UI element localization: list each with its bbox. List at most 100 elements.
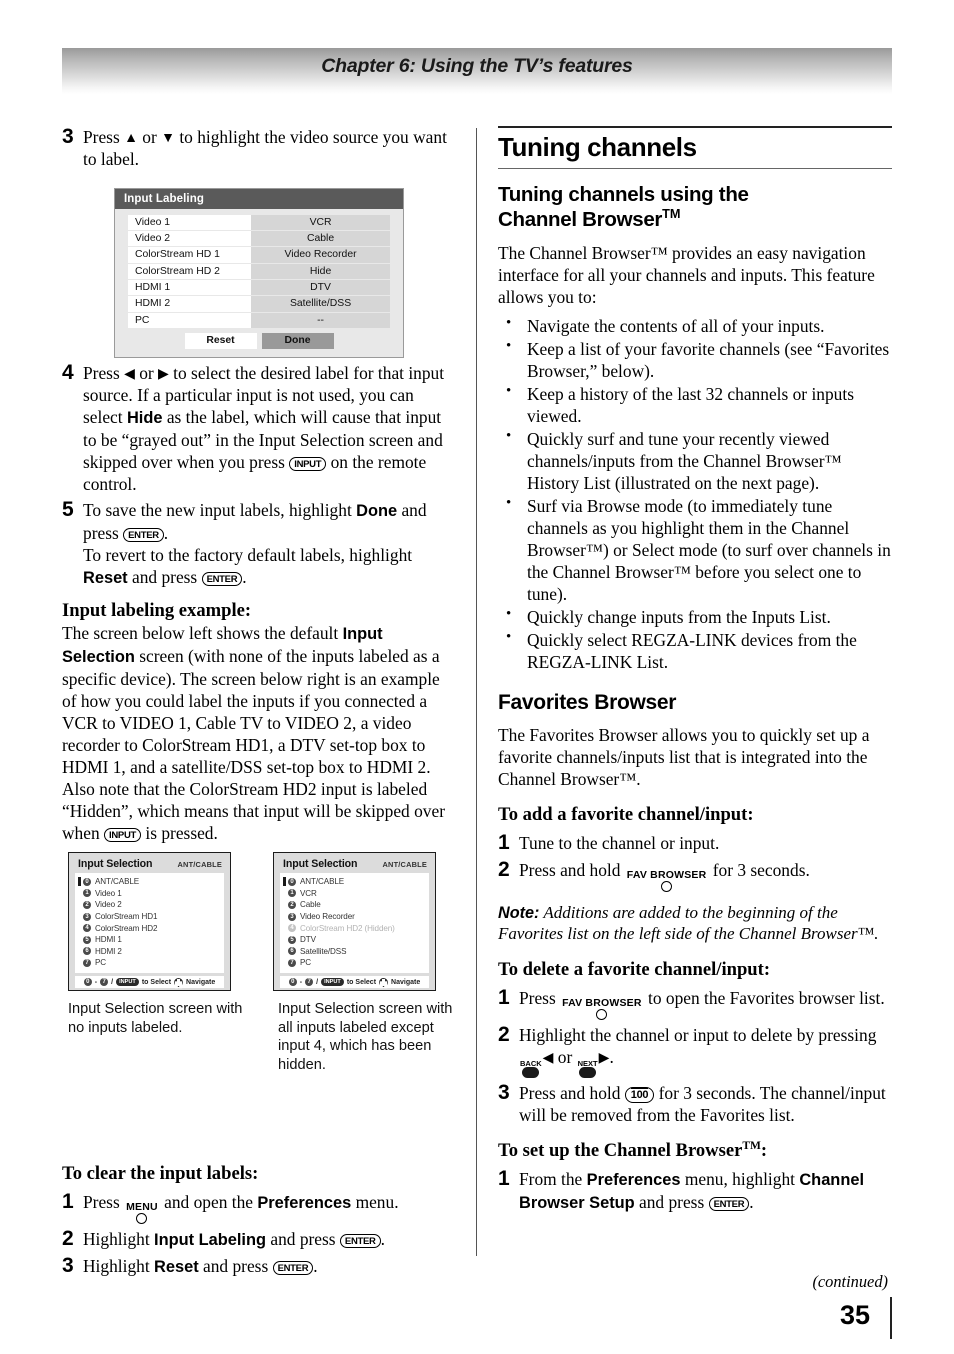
osd-selection-item[interactable]: 5 DTV <box>280 934 429 946</box>
osd-selection-item[interactable]: 6 HDMI 2 <box>75 946 224 958</box>
osd-selection-item[interactable]: 4 ColorStream HD2 <box>75 922 224 934</box>
hundred-key-icon: 100 <box>624 1086 655 1103</box>
step-text: To save the new input labels, highlight … <box>83 499 456 589</box>
osd-selection-item[interactable]: 1 VCR <box>280 888 429 900</box>
osd-item-number: 5 <box>288 935 296 944</box>
osd-item-number: 7 <box>83 958 91 967</box>
osd-input-label[interactable]: -- <box>251 312 390 329</box>
osd-input-label[interactable]: Cable <box>251 230 390 247</box>
osd-item-number: 1 <box>288 889 296 898</box>
menu-key-circle <box>136 1213 148 1225</box>
chapter-title: Chapter 6: Using the TV’s features <box>321 55 633 77</box>
step5-text-4: To revert to the factory default labels,… <box>83 544 413 565</box>
step3-text-b: or <box>137 127 162 147</box>
osd-input-row[interactable]: HDMI 1 DTV <box>128 280 390 296</box>
osd-input-row[interactable]: ColorStream HD 2 Hide <box>128 263 390 280</box>
osd-item-label: Satellite/DSS <box>300 946 347 956</box>
osd-input-name: Video 1 <box>128 214 252 230</box>
osd-selection-item: 4 ColorStream HD2 (Hidden) <box>280 922 429 934</box>
osd-title: Input Selection <box>78 858 153 870</box>
section-title-tuning-channels: Tuning channels <box>498 126 892 169</box>
osd-selection-item[interactable]: 7 PC <box>75 957 224 969</box>
input-key-icon: INPUT <box>116 978 139 986</box>
osd-input-row[interactable]: Video 2 Cable <box>128 230 390 247</box>
enter-key-icon: ENTER <box>272 1260 314 1275</box>
osd-current-source-badge: ANT/CABLE <box>382 860 427 869</box>
step-number: 1 <box>498 831 510 855</box>
setup-step-1: 1 From the Preferences menu, highlight C… <box>498 1167 892 1214</box>
osd-input-row[interactable]: Video 1 VCR <box>128 214 390 230</box>
next-key-label: NEXT <box>577 1058 598 1068</box>
preferences-bold: Preferences <box>257 1194 352 1213</box>
arrow-right-icon: ▶ <box>158 367 169 383</box>
osd-input-label[interactable]: Hide <box>251 263 390 280</box>
feature-bullet: Navigate the contents of all of your inp… <box>498 314 892 337</box>
arrow-left-icon: ◀ <box>542 1050 554 1066</box>
step5-text-5: and press <box>127 566 202 587</box>
osd-footer-hints: 0 - 7 / INPUT to Select Navigate <box>75 976 224 988</box>
selection-cursor-icon <box>283 924 286 933</box>
osd-buttons: Reset Done <box>115 332 403 349</box>
osd-selection-item[interactable]: 0 ANT/CABLE <box>280 876 429 888</box>
osd-reset-button[interactable]: Reset <box>184 332 257 349</box>
osd-input-row[interactable]: HDMI 2 Satellite/DSS <box>128 296 390 312</box>
clear3-text-1: Highlight <box>83 1255 155 1276</box>
osd-rows: Video 1 VCR Video 2 Cable ColorStream HD 1 Vi… <box>115 209 403 329</box>
fav-browser-key-label: FAV BROWSER <box>626 868 707 881</box>
step-text: Press MENU and open the Preferences menu… <box>83 1191 456 1225</box>
osd-item-label: HDMI 2 <box>95 946 122 956</box>
add-favorite-step-1: 1 Tune to the channel or input. <box>498 831 892 855</box>
setup-channel-browser-heading: To set up the Channel BrowserTM: <box>498 1140 892 1162</box>
osd-input-row[interactable]: PC -- <box>128 312 390 329</box>
setup1-text-3: and press <box>634 1191 709 1212</box>
clear2-text-1: Highlight <box>83 1229 155 1250</box>
osd-item-label: ColorStream HD2 (Hidden) <box>300 923 395 933</box>
step-text: Highlight Input Labeling and press ENTER… <box>83 1228 456 1251</box>
reset-label: Reset <box>83 568 128 587</box>
delete-favorite-heading: To delete a favorite channel/input: <box>498 958 771 980</box>
osd-item-label: Video 1 <box>95 888 122 898</box>
fav-browser-key-icon: FAV BROWSER <box>562 998 642 1020</box>
osd-input-name: ColorStream HD 2 <box>128 263 252 280</box>
osd-selection-item[interactable]: 0 ANT/CABLE <box>75 876 224 888</box>
subsection-title-channel-browser: Tuning channels using the Channel Browser… <box>498 183 892 232</box>
footer-range-to: 7 <box>100 978 109 986</box>
osd-input-row[interactable]: ColorStream HD 1 Video Recorder <box>128 247 390 263</box>
reset-bold: Reset <box>154 1257 199 1276</box>
osd-selection-item[interactable]: 2 Video 2 <box>75 899 224 911</box>
osd-item-number: 1 <box>83 889 91 898</box>
osd-input-label[interactable]: VCR <box>251 214 390 230</box>
osd-input-label[interactable]: Satellite/DSS <box>251 296 390 312</box>
osd-input-name: HDMI 1 <box>128 280 252 296</box>
input-selection-default-screenshot: Input Selection ANT/CABLE 0 ANT/CABLE 1 Vid… <box>68 852 231 991</box>
osd-item-number: 2 <box>83 900 91 909</box>
step-number: 1 <box>498 1167 510 1191</box>
osd-item-number: 6 <box>83 947 91 956</box>
footer-navigate-text: Navigate <box>391 978 421 986</box>
clear2-text-2: and press <box>266 1229 340 1250</box>
example-text-2: screen (with none of the inputs labeled … <box>62 646 445 843</box>
step4-text-2: or <box>134 363 159 384</box>
delete-favorite-step-1: 1 Press FAV BROWSER to open the Favorite… <box>498 986 892 1020</box>
osd-selection-item[interactable]: 5 HDMI 1 <box>75 934 224 946</box>
osd-item-label: VCR <box>300 888 317 898</box>
favorites-browser-intro: The Favorites Browser allows you to quic… <box>498 725 870 790</box>
osd-input-label[interactable]: DTV <box>251 280 390 296</box>
osd-selection-item[interactable]: 2 Cable <box>280 899 429 911</box>
note-label: Note: <box>498 903 540 922</box>
done-label: Done <box>356 501 398 520</box>
osd-selection-item[interactable]: 3 ColorStream HD1 <box>75 911 224 923</box>
osd-selection-item[interactable]: 6 Satellite/DSS <box>280 946 429 958</box>
osd-selection-item[interactable]: 1 Video 1 <box>75 888 224 900</box>
del1-text-1: Press <box>519 987 561 1008</box>
osd-done-button[interactable]: Done <box>261 332 334 349</box>
osd-input-label[interactable]: Video Recorder <box>251 247 390 263</box>
example-text-3: is pressed. <box>141 823 218 843</box>
osd-selection-item[interactable]: 7 PC <box>280 957 429 969</box>
feature-bullet: Quickly change inputs from the Inputs Li… <box>498 605 892 628</box>
add2-text-1: Press and hold <box>519 859 625 880</box>
osd-selection-item[interactable]: 3 Video Recorder <box>280 911 429 923</box>
step5-text-1: To save the new input labels, highlight <box>83 499 357 520</box>
channel-browser-feature-list: Navigate the contents of all of your inp… <box>498 314 892 673</box>
del2-text-2: or <box>553 1046 577 1067</box>
